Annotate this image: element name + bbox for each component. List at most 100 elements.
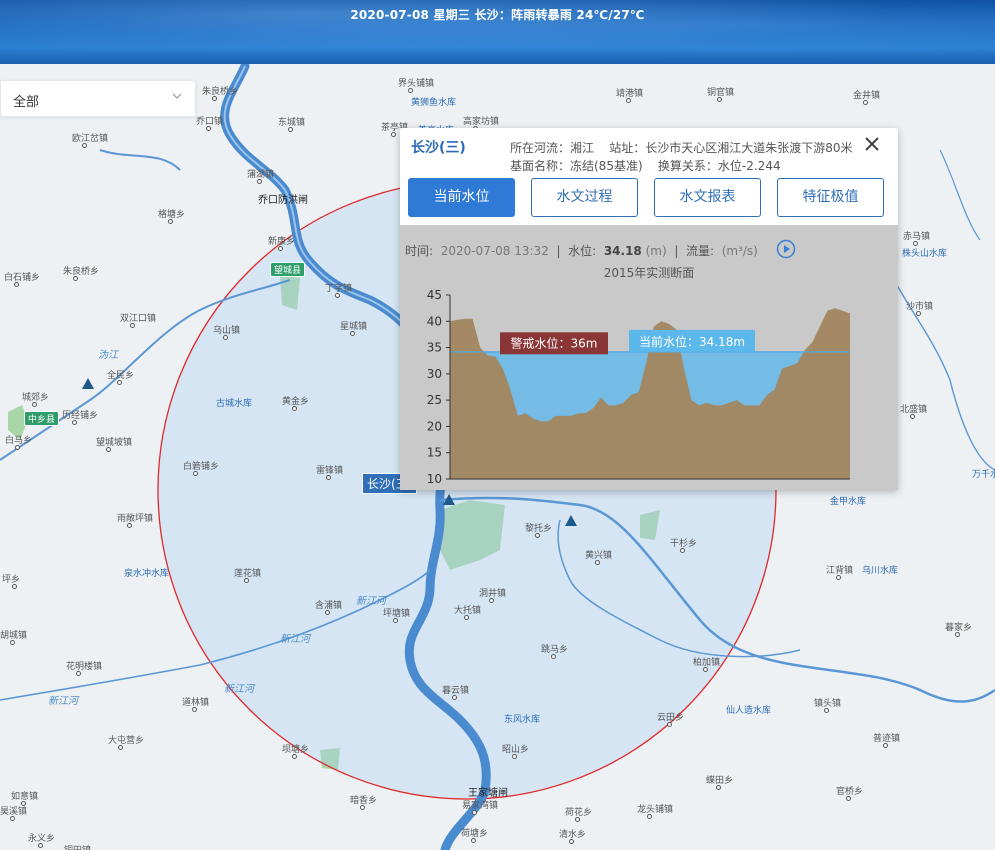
place-dot	[717, 97, 722, 102]
place-dot	[206, 126, 211, 131]
place-dot	[408, 88, 413, 93]
station-marker-icon[interactable]	[82, 378, 94, 389]
river-label: 新江河	[224, 684, 254, 695]
reservoir-label: 泉水冲水库	[124, 569, 170, 579]
place-dot	[168, 219, 173, 224]
place-dot	[824, 708, 829, 713]
place-label: 易家湾镇	[462, 801, 499, 811]
place-dot	[326, 475, 331, 480]
place-label: 蝶田乡	[706, 776, 734, 786]
place-label: 普迹镇	[873, 734, 901, 744]
county-badge: 中乡县	[24, 411, 60, 426]
place-label: 全民乡	[107, 371, 135, 381]
y-tick-label: 30	[427, 367, 442, 381]
place-label: 清水乡	[559, 830, 587, 840]
place-dot	[846, 796, 851, 801]
place-dot	[127, 523, 132, 528]
reservoir-label: 仙人造水库	[726, 706, 772, 716]
place-label: 永义乡	[28, 834, 56, 844]
place-label: 铜田镇	[64, 843, 91, 850]
y-tick-label: 20	[427, 419, 442, 433]
select-value: 全部	[13, 95, 40, 110]
place-label: 龙头铺镇	[637, 805, 674, 815]
place-label: 坪塘镇	[383, 609, 411, 619]
tab-current-level[interactable]: 当前水位	[408, 178, 515, 217]
lake-north	[99, 149, 181, 171]
place-label: 黄金乡	[282, 397, 310, 407]
place-label: 乔口镇	[196, 117, 224, 127]
station-marker-icon[interactable]	[443, 494, 455, 505]
y-tick-label: 25	[427, 393, 442, 407]
place-dot	[464, 615, 469, 620]
place-dot	[72, 420, 77, 425]
tab-hydro-process[interactable]: 水文过程	[531, 178, 638, 217]
place-label: 望城坡镇	[96, 438, 133, 448]
cross-section-chart: 10 15 20 25 30 35 40 45 警戒水位：36m 当前水位：34.18m	[427, 288, 850, 486]
place-dot	[223, 335, 228, 340]
tab-extreme-values[interactable]: 特征极值	[777, 178, 884, 217]
place-dot	[292, 406, 297, 411]
place-dot	[73, 276, 78, 281]
close-icon[interactable]	[862, 134, 882, 154]
place-label: 丁字镇	[325, 284, 353, 294]
place-dot	[667, 722, 672, 727]
place-label: 沙市镇	[906, 302, 934, 312]
place-label: 赤马镇	[903, 232, 931, 242]
y-tick-label: 45	[427, 288, 442, 302]
popup-datum-info: 基面名称：冻结(85基准) 换算关系：水位-2.244	[510, 157, 781, 174]
place-label: 乌山镇	[213, 326, 241, 336]
place-label: 胡城镇	[0, 631, 28, 641]
place-dot	[244, 578, 249, 583]
place-dot	[575, 817, 580, 822]
station-marker-icon[interactable]	[565, 515, 577, 526]
river-label: 新江河	[48, 696, 78, 707]
place-dot	[955, 632, 960, 637]
place-label: 江背镇	[826, 566, 854, 576]
place-dot	[335, 293, 340, 298]
place-dot	[10, 816, 15, 821]
reservoir-label: 黄狮鱼水库	[411, 98, 457, 108]
place-label: 干杉乡	[670, 539, 698, 549]
place-label: 白石铺乡	[4, 273, 41, 283]
sluice-label: 王家塘闸	[468, 788, 508, 799]
datum-label: 基面名称：冻结(85基准)	[510, 159, 643, 173]
reservoir-label: 乌川水库	[862, 566, 899, 576]
place-label: 雷锋镇	[316, 466, 344, 476]
place-dot	[680, 548, 685, 553]
place-label: 昊溪镇	[0, 807, 28, 817]
reservoir-label: 金甲水库	[830, 497, 867, 507]
place-dot	[212, 96, 217, 101]
place-label: 柏加镇	[693, 658, 721, 668]
place-label: 新康乡	[268, 237, 296, 247]
place-label: 洞井镇	[479, 589, 507, 599]
place-dot	[76, 671, 81, 676]
chevron-down-icon	[172, 93, 182, 99]
place-dot	[15, 445, 20, 450]
region-filter-select[interactable]: 全部	[0, 80, 196, 117]
tab-hydro-report[interactable]: 水文报表	[654, 178, 761, 217]
reservoir-label: 东风水库	[504, 715, 541, 725]
place-label: 道林镇	[182, 698, 210, 708]
place-dot	[14, 282, 19, 287]
place-label: 格塘乡	[158, 210, 186, 220]
place-dot	[292, 754, 297, 759]
place-label: 铜官镇	[707, 88, 735, 98]
reservoir-label: 株头山水库	[902, 249, 948, 259]
place-label: 坪乡	[2, 575, 21, 585]
place-label: 黄兴镇	[585, 551, 613, 561]
header-banner: 2020-07-08 星期三 长沙：阵雨转暴雨 24℃/27℃	[0, 0, 995, 64]
place-dot	[626, 98, 631, 103]
place-dot	[32, 402, 37, 407]
place-dot	[836, 575, 841, 580]
place-dot	[325, 610, 330, 615]
place-dot	[489, 598, 494, 603]
place-label: 城郊乡	[22, 393, 50, 403]
y-tick-label: 35	[427, 341, 442, 355]
station-popup: 长沙(三) 所在河流：湘江 站址：长沙市天心区湘江大道朱张渡下游80米 基面名称…	[400, 128, 898, 490]
place-label: 荷花乡	[565, 808, 593, 818]
place-dot	[393, 618, 398, 623]
place-dot	[12, 584, 17, 589]
reservoir-label: 万千水	[972, 470, 995, 480]
place-label: 靖港镇	[616, 89, 644, 99]
place-dot	[391, 132, 396, 137]
